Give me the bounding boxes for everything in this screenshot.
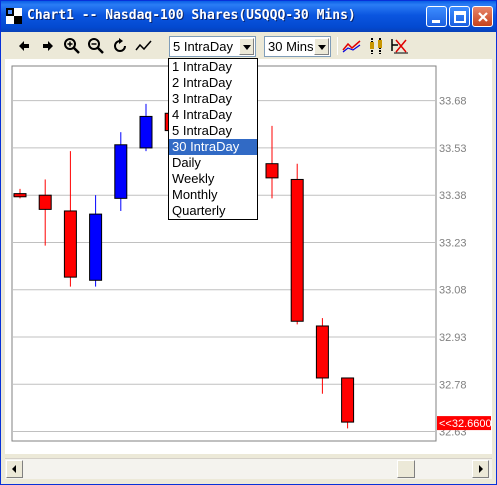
- dropdown-item[interactable]: Monthly: [169, 187, 257, 203]
- window-title: Chart1 -- Nasdaq-100 Shares(USQQQ-30 Min…: [27, 8, 356, 23]
- dropdown-item[interactable]: 5 IntraDay: [169, 123, 257, 139]
- candle-body: [315, 325, 329, 379]
- moving-average-button[interactable]: [341, 35, 363, 57]
- app-icon: [6, 8, 22, 24]
- line-chart-button[interactable]: [133, 35, 155, 57]
- chart-window: Chart1 -- Nasdaq-100 Shares(USQQQ-30 Min…: [0, 0, 497, 485]
- period-combo[interactable]: 5 IntraDay: [169, 36, 256, 57]
- maximize-icon: [454, 11, 466, 23]
- scroll-right-arrow[interactable]: [472, 460, 489, 478]
- chevron-down-icon[interactable]: [239, 38, 254, 55]
- candle: [290, 163, 304, 325]
- last-price-label: <<32.6600: [439, 418, 492, 430]
- y-tick-label: 33.23: [439, 237, 467, 249]
- zoom-in-button[interactable]: [61, 35, 83, 57]
- zoom-out-icon: [88, 38, 104, 54]
- indicator-icon: [391, 39, 408, 54]
- left-arrow-icon: [19, 41, 29, 51]
- period-dropdown-list[interactable]: 1 IntraDay 2 IntraDay 3 IntraDay 4 Intra…: [168, 58, 258, 220]
- interval-combo[interactable]: 30 Mins: [264, 36, 331, 57]
- dropdown-item[interactable]: 4 IntraDay: [169, 107, 257, 123]
- y-tick-label: 33.68: [439, 96, 467, 108]
- bar-style-icon: [370, 38, 382, 54]
- dropdown-item[interactable]: Weekly: [169, 171, 257, 187]
- dropdown-item[interactable]: Daily: [169, 155, 257, 171]
- dropdown-item[interactable]: 3 IntraDay: [169, 91, 257, 107]
- minimize-button[interactable]: [426, 6, 447, 27]
- title-bar[interactable]: Chart1 -- Nasdaq-100 Shares(USQQQ-30 Min…: [1, 1, 496, 32]
- maximize-button[interactable]: [449, 6, 470, 27]
- right-arrow-icon: [43, 41, 53, 51]
- candle-body: [290, 178, 304, 322]
- minimize-icon: [432, 20, 440, 23]
- dropdown-item[interactable]: 1 IntraDay: [169, 59, 257, 75]
- candle-body: [341, 377, 355, 423]
- zoom-in-icon: [64, 38, 80, 54]
- scroll-left-button[interactable]: [13, 35, 35, 57]
- toolbar-separator: [337, 37, 338, 55]
- indicator-button[interactable]: [389, 35, 411, 57]
- dropdown-item[interactable]: Quarterly: [169, 203, 257, 219]
- chevron-down-icon[interactable]: [314, 38, 329, 55]
- bar-style-button[interactable]: [365, 35, 387, 57]
- close-button[interactable]: [472, 6, 493, 27]
- period-combo-value: 5 IntraDay: [173, 39, 233, 54]
- interval-combo-value: 30 Mins: [268, 39, 314, 54]
- candle-body: [38, 194, 52, 210]
- refresh-icon: [114, 38, 126, 52]
- toolbar: 5 IntraDay 30 Mins: [5, 32, 492, 59]
- candle-body: [89, 213, 103, 281]
- candle: [341, 377, 355, 429]
- close-icon: [478, 12, 488, 22]
- candle-body: [63, 210, 77, 278]
- moving-average-icon: [342, 40, 361, 53]
- y-tick-label: 33.53: [439, 143, 467, 155]
- y-tick-label: 32.78: [439, 379, 467, 391]
- zoom-out-button[interactable]: [85, 35, 107, 57]
- scroll-left-arrow[interactable]: [6, 460, 23, 478]
- candle-body: [114, 144, 128, 199]
- dropdown-item-selected[interactable]: 30 IntraDay: [169, 139, 257, 155]
- scroll-right-button[interactable]: [37, 35, 59, 57]
- line-chart-icon: [135, 40, 152, 51]
- y-tick-label: 33.08: [439, 285, 467, 297]
- candle-body: [13, 193, 27, 198]
- dropdown-item[interactable]: 2 IntraDay: [169, 75, 257, 91]
- scrollbar-thumb[interactable]: [397, 460, 415, 478]
- refresh-button[interactable]: [109, 35, 131, 57]
- y-tick-label: 33.38: [439, 190, 467, 202]
- y-tick-label: 32.93: [439, 332, 467, 344]
- horizontal-scrollbar[interactable]: [5, 458, 492, 479]
- candle-body: [139, 115, 153, 149]
- candle-body: [265, 163, 279, 179]
